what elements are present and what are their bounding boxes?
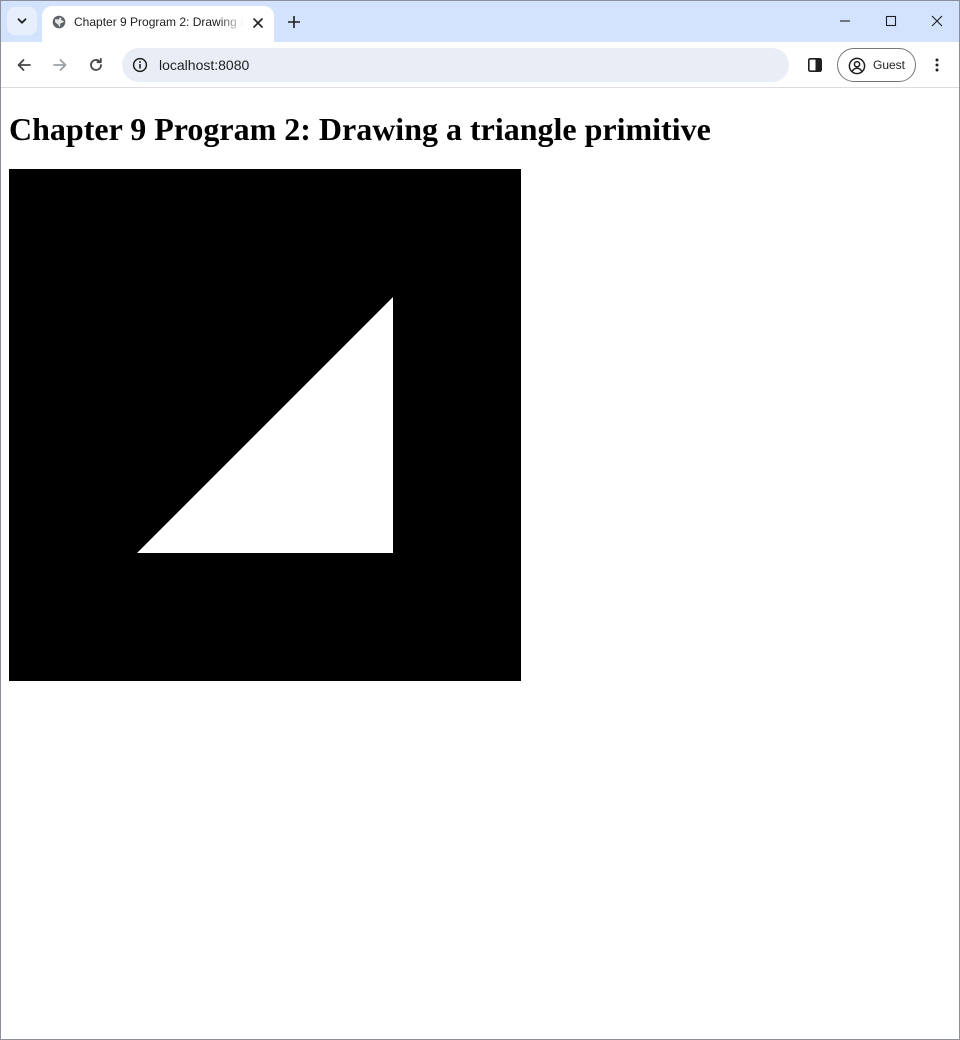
tab-active[interactable]: Chapter 9 Program 2: Drawing a triangle … <box>42 6 274 42</box>
new-tab-button[interactable] <box>282 10 306 34</box>
profile-label: Guest <box>873 58 906 72</box>
info-icon <box>132 57 148 73</box>
page-title: Chapter 9 Program 2: Drawing a triangle … <box>9 111 711 147</box>
webgl-canvas <box>9 169 521 681</box>
reload-button[interactable] <box>81 50 111 80</box>
page-content: Chapter 9 Program 2: Drawing a triangle … <box>1 89 959 1039</box>
site-info-button[interactable] <box>127 52 153 78</box>
back-button[interactable] <box>9 50 39 80</box>
globe-icon <box>52 15 66 29</box>
browser-toolbar: localhost:8080 Guest <box>1 42 959 88</box>
browser-window: Chapter 9 Program 2: Drawing a triangle … <box>0 0 960 1040</box>
tab-title: Chapter 9 Program 2: Drawing a triangle … <box>74 15 244 29</box>
maximize-icon <box>885 15 897 27</box>
side-panel-button[interactable] <box>800 50 830 80</box>
reload-icon <box>90 57 102 71</box>
tab-close-button[interactable] <box>249 14 267 32</box>
url-text: localhost:8080 <box>159 57 250 73</box>
forward-button[interactable] <box>45 50 75 80</box>
minimize-button[interactable] <box>825 5 865 37</box>
more-vert-icon <box>935 58 939 72</box>
arrow-right-icon <box>53 59 67 71</box>
menu-button[interactable] <box>922 50 952 80</box>
close-icon <box>931 15 943 27</box>
tab-search-button[interactable] <box>7 7 37 35</box>
maximize-button[interactable] <box>871 5 911 37</box>
address-bar[interactable]: localhost:8080 <box>122 48 789 82</box>
profile-button[interactable]: Guest <box>837 48 916 82</box>
minimize-icon <box>840 20 850 22</box>
plus-icon <box>288 16 300 28</box>
tab-strip: Chapter 9 Program 2: Drawing a triangle … <box>1 1 959 42</box>
side-panel-icon <box>807 57 822 72</box>
close-icon <box>253 18 263 28</box>
account-circle-icon <box>848 57 866 75</box>
close-window-button[interactable] <box>917 5 957 37</box>
chevron-down-icon <box>17 18 27 24</box>
arrow-left-icon <box>17 59 31 71</box>
